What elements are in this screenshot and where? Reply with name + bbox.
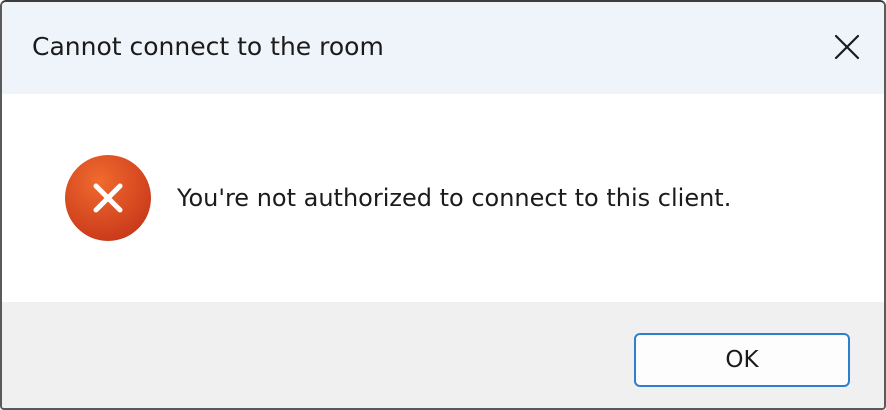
dialog-title: Cannot connect to the room <box>32 32 384 61</box>
ok-button[interactable]: OK <box>634 333 850 387</box>
error-icon <box>65 155 151 241</box>
dialog-titlebar: Cannot connect to the room <box>2 2 884 94</box>
close-icon <box>834 34 860 60</box>
dialog-footer: OK <box>2 302 884 408</box>
error-message: You're not authorized to connect to this… <box>177 184 732 212</box>
error-dialog: Cannot connect to the room You're not au… <box>0 0 886 410</box>
close-button[interactable] <box>810 2 884 92</box>
dialog-content: You're not authorized to connect to this… <box>2 94 884 302</box>
